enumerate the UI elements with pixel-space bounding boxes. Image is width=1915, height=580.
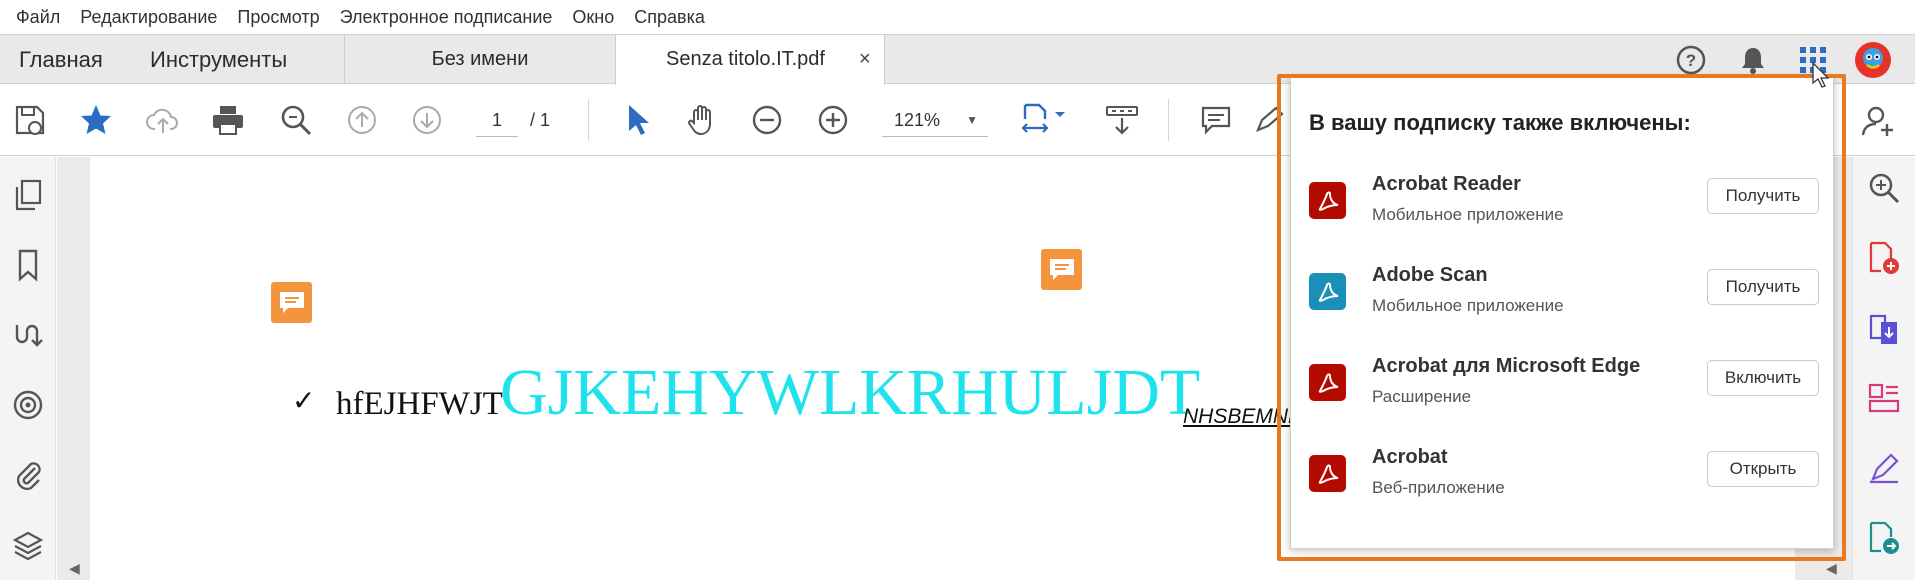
- export-pdf-icon[interactable]: [1865, 309, 1903, 347]
- menu-window[interactable]: Окно: [562, 7, 624, 28]
- menu-bar: Файл Редактирование Просмотр Электронное…: [0, 0, 1915, 34]
- app-type: Расширение: [1372, 387, 1472, 406]
- sticky-note-icon[interactable]: [271, 282, 312, 323]
- get-button[interactable]: Получить: [1707, 269, 1819, 305]
- tab-doc-untitled[interactable]: Без имени: [345, 35, 615, 84]
- zoom-select[interactable]: 121% ▼: [882, 103, 988, 137]
- bookmark-icon[interactable]: [10, 247, 46, 283]
- menu-view[interactable]: Просмотр: [227, 7, 329, 28]
- search-icon[interactable]: [278, 102, 314, 138]
- page-down-icon[interactable]: [409, 102, 445, 138]
- tab-doc-active[interactable]: Senza titolo.IT.pdf ×: [615, 35, 885, 85]
- app-name: Adobe Scan: [1372, 264, 1488, 286]
- star-icon[interactable]: [78, 102, 114, 138]
- right-tools-rail: [1852, 157, 1915, 580]
- page-up-icon[interactable]: [344, 102, 380, 138]
- menu-file[interactable]: Файл: [6, 7, 70, 28]
- attachment-icon[interactable]: [10, 457, 46, 493]
- app-name: Acrobat Reader: [1372, 173, 1521, 195]
- zoom-search-icon[interactable]: [1865, 169, 1903, 207]
- get-button[interactable]: Получить: [1707, 178, 1819, 214]
- popup-item: Acrobat Веб-приложение Открыть: [1309, 446, 1819, 526]
- select-cursor-icon[interactable]: [618, 102, 654, 138]
- menu-help[interactable]: Справка: [624, 7, 715, 28]
- cloud-upload-icon[interactable]: [145, 102, 181, 138]
- popup-title: В вашу подписку также включены:: [1309, 110, 1691, 135]
- document-text-underlined: NHSBEMNHSBEM: [1183, 405, 1293, 428]
- mouse-cursor-icon: [1812, 61, 1830, 93]
- page-thumbnails-icon[interactable]: [10, 177, 46, 213]
- checkmark-icon: ✓: [292, 384, 316, 417]
- chevron-down-icon: ▼: [966, 113, 978, 127]
- page-total: / 1: [530, 110, 551, 130]
- menu-edit[interactable]: Редактирование: [70, 7, 227, 28]
- send-pdf-icon[interactable]: [1865, 519, 1903, 557]
- app-name: Acrobat для Microsoft Edge: [1372, 355, 1641, 377]
- tab-close-icon[interactable]: ×: [859, 35, 871, 84]
- popup-item: Acrobat Reader Мобильное приложение Полу…: [1309, 173, 1819, 253]
- sticky-note-icon[interactable]: [1041, 249, 1082, 290]
- save-cloud-icon[interactable]: [12, 102, 48, 138]
- share-user-icon[interactable]: [1857, 102, 1901, 138]
- organize-pages-icon[interactable]: [1865, 379, 1903, 417]
- acrobat-edge-icon: [1309, 364, 1346, 401]
- layers-icon[interactable]: [10, 527, 46, 563]
- document-text-small: hfEJHFWJT: [336, 386, 503, 422]
- bell-icon[interactable]: [1736, 43, 1770, 77]
- acrobat-web-icon: [1309, 455, 1346, 492]
- avatar[interactable]: [1854, 41, 1892, 79]
- tab-home[interactable]: Главная: [19, 35, 103, 84]
- menu-e-sign[interactable]: Электронное подписание: [330, 7, 563, 28]
- fit-page-icon[interactable]: [1016, 102, 1072, 138]
- zoom-in-icon[interactable]: [815, 102, 851, 138]
- hand-tool-icon[interactable]: [684, 102, 720, 138]
- left-sidebar: [0, 157, 56, 580]
- document-text-large: GJKEHYWLKRHULJDT: [500, 356, 1201, 429]
- zoom-out-icon[interactable]: [749, 102, 785, 138]
- tab-tools[interactable]: Инструменты: [150, 35, 287, 84]
- highlight-pen-icon[interactable]: [1250, 102, 1286, 138]
- tab-doc-title: Senza titolo.IT.pdf: [666, 48, 825, 70]
- app-type: Мобильное приложение: [1372, 205, 1564, 224]
- scroll-mode-icon[interactable]: [1102, 102, 1142, 138]
- fill-sign-icon[interactable]: [1865, 449, 1903, 487]
- scroll-left-arrow-icon[interactable]: ◀: [69, 560, 80, 577]
- toolbar-divider: [588, 99, 589, 141]
- print-icon[interactable]: [210, 102, 246, 138]
- open-button[interactable]: Открыть: [1707, 451, 1819, 487]
- app-type: Веб-приложение: [1372, 478, 1505, 497]
- page-number-input[interactable]: 1: [476, 103, 518, 137]
- popup-item: Acrobat для Microsoft Edge Расширение Вк…: [1309, 355, 1819, 435]
- svg-text:?: ?: [1686, 51, 1696, 70]
- app-name: Acrobat: [1372, 446, 1448, 468]
- popup-item: Adobe Scan Мобильное приложение Получить: [1309, 264, 1819, 344]
- create-pdf-icon[interactable]: [1865, 239, 1903, 277]
- toolbar-divider: [1168, 99, 1169, 141]
- acrobat-reader-icon: [1309, 182, 1346, 219]
- signatures-icon[interactable]: [10, 317, 46, 353]
- adobe-scan-icon: [1309, 273, 1346, 310]
- scroll-left-arrow-icon-right[interactable]: ◀: [1826, 560, 1837, 577]
- target-icon[interactable]: [10, 387, 46, 423]
- zoom-value: 121%: [894, 110, 941, 130]
- app-type: Мобильное приложение: [1372, 296, 1564, 315]
- comment-icon[interactable]: [1198, 102, 1234, 138]
- subscription-apps-popup: В вашу подписку также включены: Acrobat …: [1290, 77, 1834, 549]
- enable-button[interactable]: Включить: [1707, 360, 1819, 396]
- help-icon[interactable]: ?: [1674, 43, 1708, 77]
